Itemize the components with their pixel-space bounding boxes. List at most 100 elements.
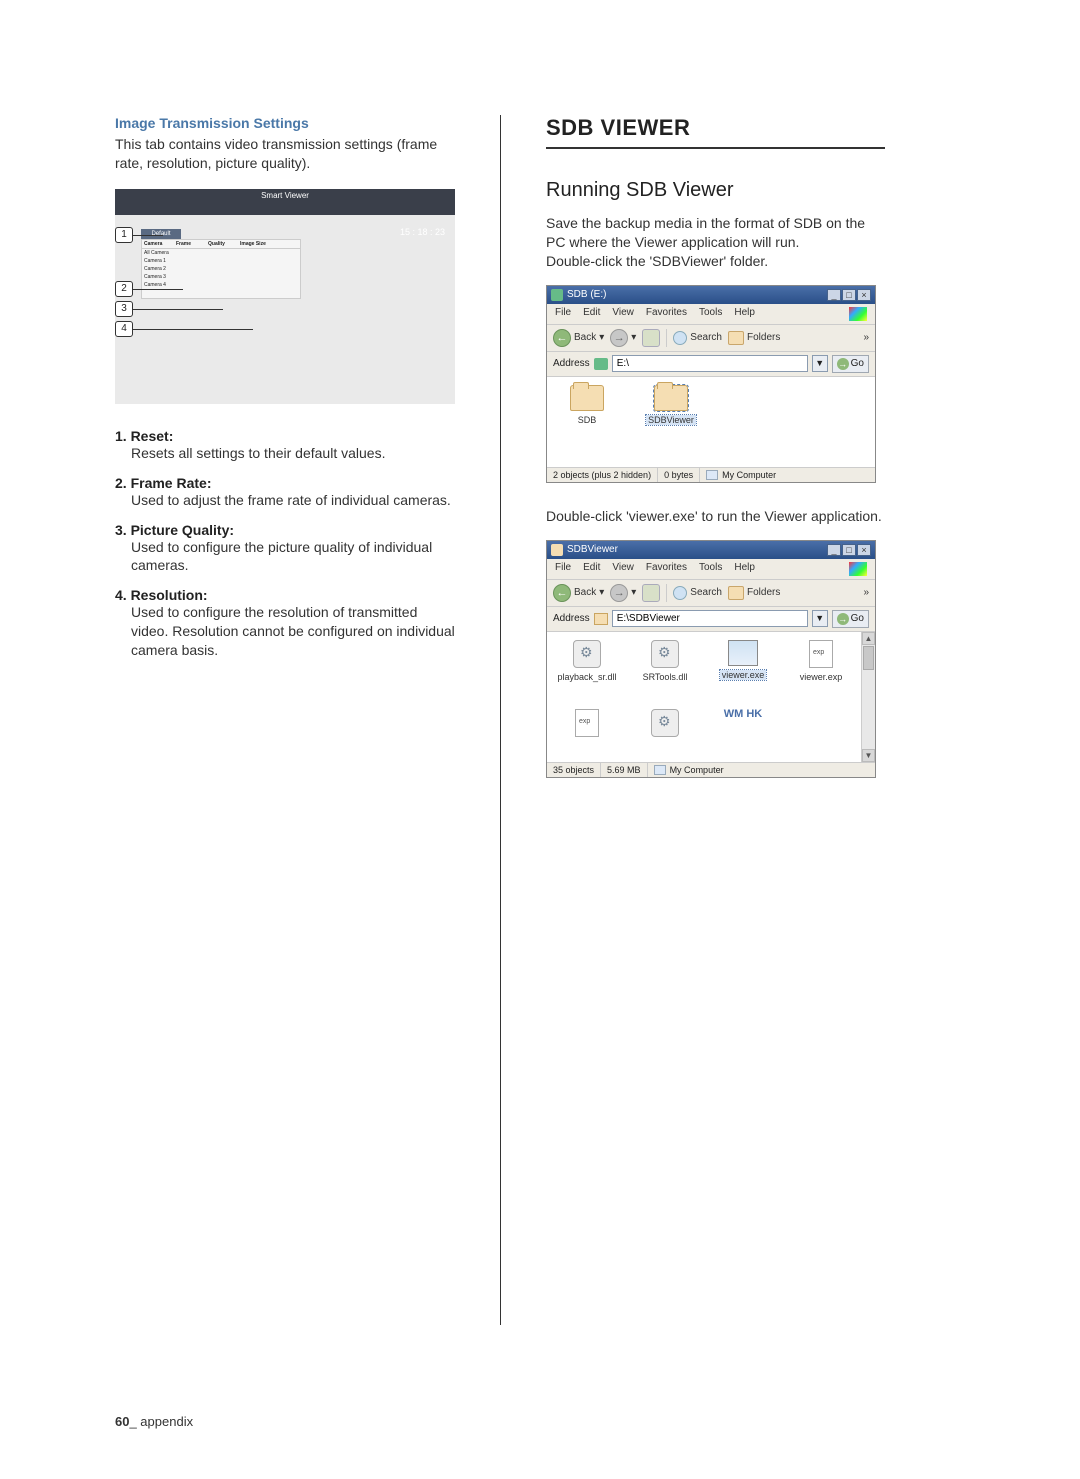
menu-favorites[interactable]: Favorites xyxy=(646,307,687,321)
subheading-image-transmission: Image Transmission Settings xyxy=(115,115,455,131)
page-number: 60 xyxy=(115,1414,129,1429)
file-label: playback_sr.dll xyxy=(557,672,616,682)
go-button[interactable]: →Go xyxy=(832,610,869,628)
smartviewer-title: Smart Viewer xyxy=(261,191,309,200)
status-objects: 2 objects (plus 2 hidden) xyxy=(547,468,658,482)
up-button[interactable] xyxy=(642,584,660,602)
col-frame: Frame xyxy=(176,241,206,247)
col-quality: Quality xyxy=(208,241,238,247)
file-srtools-dll[interactable]: SRTools.dll xyxy=(635,640,695,682)
item-framerate-head: 2. Frame Rate: xyxy=(115,475,455,491)
menu-tools[interactable]: Tools xyxy=(699,562,722,576)
heading-sdb-viewer: SDB VIEWER xyxy=(546,115,885,141)
dll-icon xyxy=(651,709,679,737)
windows-flag-icon xyxy=(849,307,867,321)
file-viewer-exp[interactable]: viewer.exp xyxy=(791,640,851,682)
folder-sdbviewer-label: SDBViewer xyxy=(646,415,696,425)
file-row2-a[interactable] xyxy=(557,709,617,741)
drive-icon xyxy=(551,289,563,301)
scroll-down-icon[interactable]: ▼ xyxy=(862,749,875,762)
row-cam4: Camera 4 xyxy=(144,282,174,288)
maximize-button[interactable]: □ xyxy=(842,544,856,556)
my-computer-icon xyxy=(654,765,666,775)
callout-4: 4 xyxy=(115,321,133,337)
dll-icon xyxy=(573,640,601,668)
address-dropdown[interactable]: ▼ xyxy=(812,610,828,627)
status-location: My Computer xyxy=(700,468,875,482)
item-reset-head: 1. Reset: xyxy=(115,428,455,444)
windows-flag-icon xyxy=(849,562,867,576)
window-title-1: SDB (E:) xyxy=(567,289,606,300)
minimize-button[interactable]: _ xyxy=(827,544,841,556)
menu-favorites[interactable]: Favorites xyxy=(646,562,687,576)
up-button[interactable] xyxy=(642,329,660,347)
scroll-up-icon[interactable]: ▲ xyxy=(862,632,875,645)
maximize-button[interactable]: □ xyxy=(842,289,856,301)
menu-help[interactable]: Help xyxy=(734,307,755,321)
search-button[interactable]: Search xyxy=(673,586,722,600)
address-dropdown[interactable]: ▼ xyxy=(812,355,828,372)
row-allcamera: All Camera xyxy=(144,250,174,256)
vertical-scrollbar[interactable]: ▲ ▼ xyxy=(861,632,875,762)
menu-edit[interactable]: Edit xyxy=(583,307,600,321)
wmhk-icon: WM HK xyxy=(724,709,763,720)
file-label: viewer.exe xyxy=(720,670,767,680)
item-resolution-body: Used to configure the resolution of tran… xyxy=(115,603,455,660)
item-picturequality-body: Used to configure the picture quality of… xyxy=(115,538,455,576)
folder-icon xyxy=(570,385,604,411)
forward-button[interactable]: → ▾ xyxy=(610,329,636,347)
exp-icon xyxy=(575,709,599,737)
dll-icon xyxy=(651,640,679,668)
forward-button[interactable]: → ▾ xyxy=(610,584,636,602)
toolbar-overflow-icon[interactable]: » xyxy=(863,587,869,598)
file-wmhk[interactable]: WM HK xyxy=(713,709,773,720)
row-cam2: Camera 2 xyxy=(144,266,174,272)
menu-file[interactable]: File xyxy=(555,307,571,321)
status-objects: 35 objects xyxy=(547,763,601,777)
close-button[interactable]: × xyxy=(857,544,871,556)
paragraph-save-backup: Save the backup media in the format of S… xyxy=(546,214,885,252)
file-label: viewer.exp xyxy=(800,672,843,682)
minimize-button[interactable]: _ xyxy=(827,289,841,301)
folder-sdb-label: SDB xyxy=(578,415,597,425)
menu-view[interactable]: View xyxy=(612,562,634,576)
row-cam1: Camera 1 xyxy=(144,258,174,264)
folders-button[interactable]: Folders xyxy=(728,331,780,345)
intro-text: This tab contains video transmission set… xyxy=(115,135,455,173)
default-chip: Default xyxy=(141,229,181,239)
address-input[interactable] xyxy=(612,610,808,627)
address-input[interactable] xyxy=(612,355,808,372)
close-button[interactable]: × xyxy=(857,289,871,301)
heading-underline xyxy=(546,147,885,149)
menu-help[interactable]: Help xyxy=(734,562,755,576)
folder-sdb[interactable]: SDB xyxy=(557,385,617,425)
folder-sdbviewer[interactable]: SDBViewer xyxy=(641,385,701,425)
my-computer-icon xyxy=(706,470,718,480)
back-button[interactable]: ←Back ▾ xyxy=(553,329,604,347)
menu-tools[interactable]: Tools xyxy=(699,307,722,321)
file-playback-sr-dll[interactable]: playback_sr.dll xyxy=(557,640,617,682)
callout-2: 2 xyxy=(115,281,133,297)
go-button[interactable]: →Go xyxy=(832,355,869,373)
exp-icon xyxy=(809,640,833,668)
menu-edit[interactable]: Edit xyxy=(583,562,600,576)
menu-view[interactable]: View xyxy=(612,307,634,321)
scroll-thumb[interactable] xyxy=(863,646,874,670)
smartviewer-clock: 15 : 18 : 23 xyxy=(400,227,445,237)
explorer-window-sdb-drive: SDB (E:) _ □ × File Edit View Favorites … xyxy=(546,285,876,483)
paragraph-doubleclick-folder: Double-click the 'SDBViewer' folder. xyxy=(546,252,885,271)
folders-button[interactable]: Folders xyxy=(728,586,780,600)
folder-icon xyxy=(654,385,688,411)
col-camera: Camera xyxy=(144,241,174,247)
file-viewer-exe[interactable]: viewer.exe xyxy=(713,640,773,680)
back-button[interactable]: ←Back ▾ xyxy=(553,584,604,602)
window-title-2: SDBViewer xyxy=(567,544,618,555)
menu-file[interactable]: File xyxy=(555,562,571,576)
callout-1: 1 xyxy=(115,227,133,243)
search-button[interactable]: Search xyxy=(673,331,722,345)
folder-icon-small xyxy=(594,613,608,625)
callout-3: 3 xyxy=(115,301,133,317)
toolbar-overflow-icon[interactable]: » xyxy=(863,332,869,343)
item-picturequality-head: 3. Picture Quality: xyxy=(115,522,455,538)
file-row2-b[interactable] xyxy=(635,709,695,741)
